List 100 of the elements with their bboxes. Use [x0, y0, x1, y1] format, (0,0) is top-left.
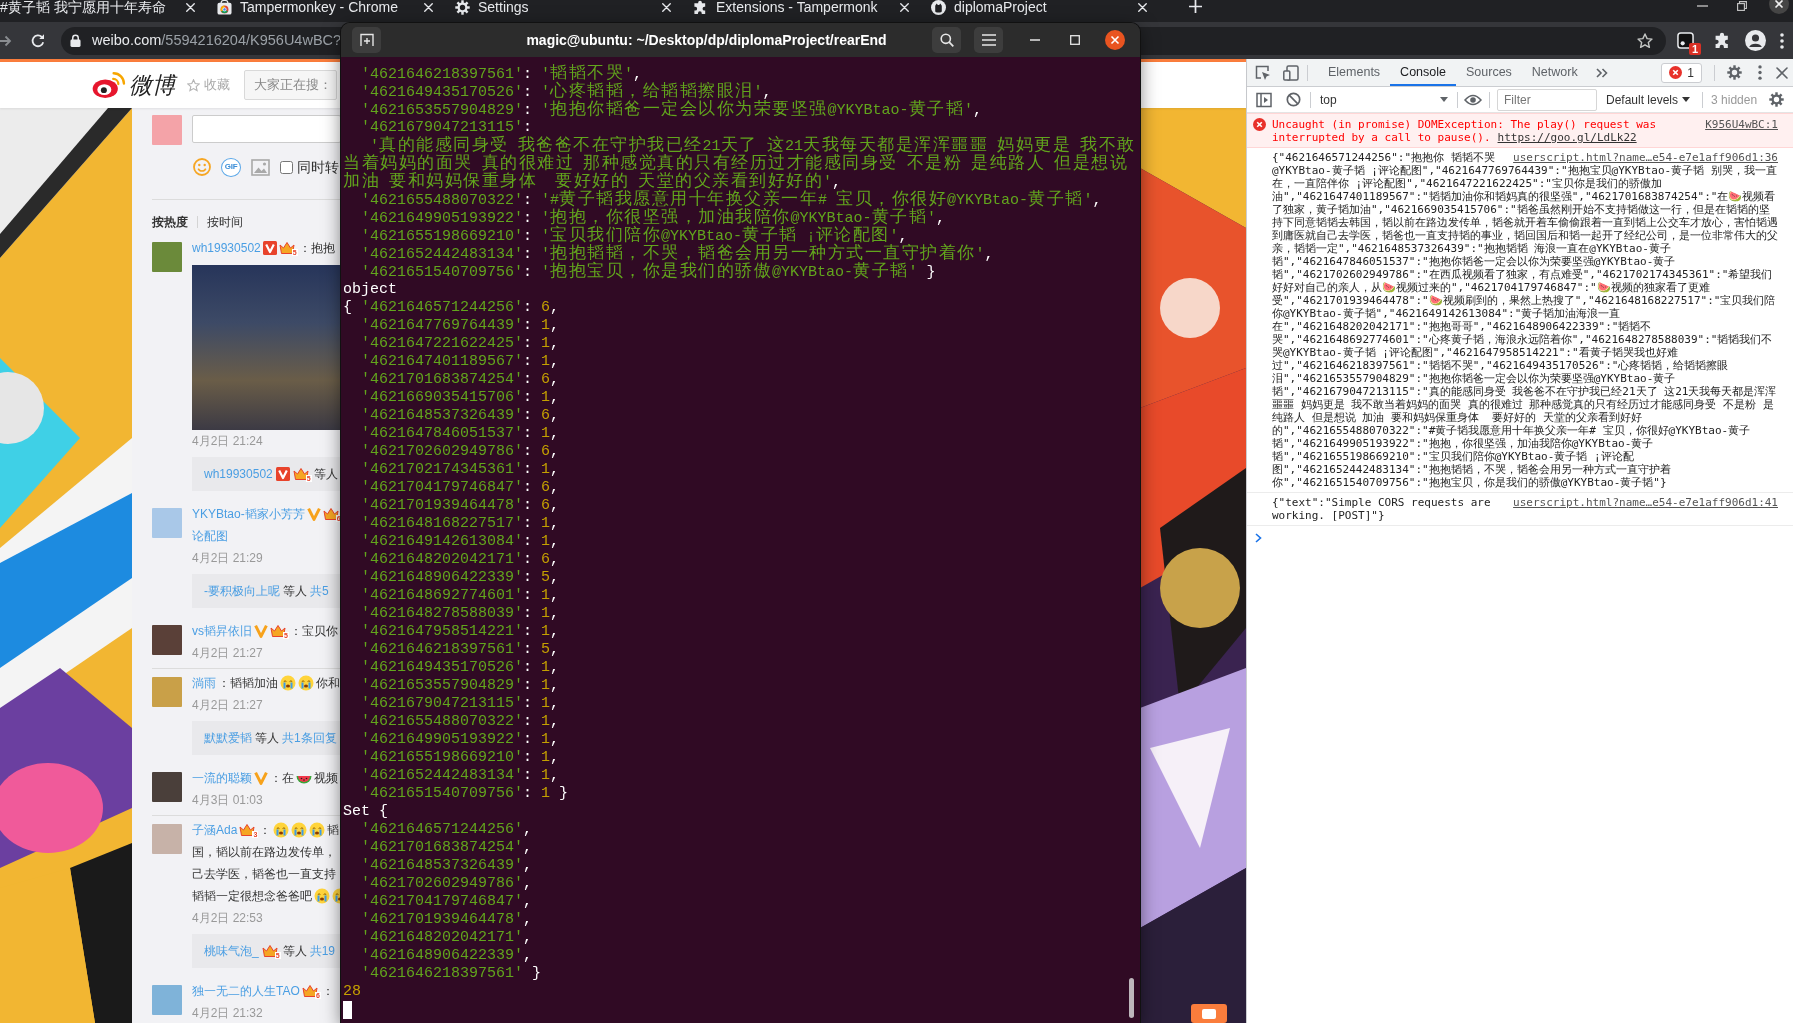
comment-time: 4月3日 01:03	[192, 792, 264, 809]
avatar-placeholder	[152, 115, 182, 145]
terminal-line: '4621648906422339',	[360, 947, 534, 965]
terminal-line: '4621649142613084': 1,	[360, 533, 561, 551]
new-tab-icon	[359, 33, 374, 47]
terminal-line: '4621653557904829': 1,	[360, 677, 561, 695]
settings-icon[interactable]	[1727, 65, 1742, 80]
terminal-line: '4621655488070322': 1,	[360, 713, 561, 731]
comment-text: ：在	[270, 770, 294, 787]
avatar-placeholder	[152, 677, 182, 707]
browser-tab[interactable]: diplomaProject	[919, 0, 1157, 14]
crying-face-icon	[291, 822, 308, 838]
panel-tab[interactable]: Elements	[1318, 59, 1391, 86]
reload-icon[interactable]	[30, 32, 46, 49]
source-link[interactable]: userscript.html?name…e54-e7e1aff906d1:36	[1513, 151, 1778, 164]
extension-icon[interactable]	[1677, 32, 1694, 49]
console-log-text: {"text":"Simple CORS requests are userscript.html?name…e54-e7e1aff906d1:41 working. [POST]"}	[1272, 496, 1778, 522]
help-link[interactable]: https://goo.gl/LdLk22	[1497, 131, 1637, 144]
notification-badge: 1	[1688, 43, 1701, 55]
gif-button[interactable]: GIF	[221, 157, 241, 177]
new-tab-button[interactable]	[352, 27, 381, 53]
crown-icon	[261, 944, 278, 957]
terminal-line: '4621701939464478': 6,	[360, 497, 561, 515]
comment-text: 己去学医，韬爸也一直支持	[192, 866, 336, 883]
menu-icon	[981, 34, 996, 46]
comment-time: 4月2日 21:29	[192, 550, 264, 567]
comment-input[interactable]	[192, 115, 341, 143]
terminal-line: '4621679047213115': 1,	[360, 695, 561, 713]
panel-tab[interactable]: Network	[1521, 59, 1588, 86]
scrollbar-thumb	[1129, 978, 1134, 1018]
terminal-line: '4621679047213115':	[360, 119, 534, 136]
puzzle-icon[interactable]	[1714, 32, 1731, 49]
restore-icon[interactable]	[1737, 1, 1747, 11]
panel-tab[interactable]: Sources	[1456, 59, 1522, 86]
avatar-placeholder	[152, 772, 182, 802]
crying-face-icon	[314, 888, 330, 904]
prompt-icon[interactable]	[1255, 533, 1262, 543]
star-icon[interactable]	[1637, 32, 1653, 49]
menu-button[interactable]	[974, 27, 1003, 53]
comment-text: 等人	[313, 466, 338, 483]
settings-icon	[455, 0, 470, 15]
terminal-line: '4621669035415706': 1,	[360, 389, 561, 407]
context-select[interactable]: top	[1313, 90, 1453, 109]
search-field[interactable]: 大家正在搜：	[244, 70, 337, 100]
lock-icon[interactable]	[70, 34, 81, 47]
terminal-line: '4621647401189567': 1,	[360, 353, 561, 371]
maximize-icon[interactable]	[1070, 35, 1080, 45]
inspect-icon[interactable]	[1255, 64, 1271, 81]
chat-icon[interactable]	[1191, 1004, 1227, 1023]
browser-tab[interactable]: Settings	[443, 0, 681, 14]
avatar-placeholder	[152, 985, 182, 1015]
sort-tab[interactable]: 按热度	[152, 213, 188, 231]
sort-tab[interactable]: 按时间	[207, 213, 243, 231]
comment-text: ：	[259, 822, 272, 839]
profile-icon[interactable]	[1745, 30, 1766, 51]
terminal-line: '4621704179746847',	[360, 893, 534, 911]
terminal-line: 加油 要和妈妈保重身体 要好好的 天堂的父亲看到好好的',	[343, 173, 842, 191]
menu-icon[interactable]	[1758, 65, 1762, 80]
close-icon[interactable]	[1769, 0, 1789, 14]
device-icon[interactable]	[1283, 64, 1299, 81]
clear-icon[interactable]	[1286, 92, 1301, 107]
terminal-line: '4621646571244256',	[360, 821, 534, 839]
terminal-line: '4621647769764439': 1,	[360, 317, 561, 335]
forward-checkbox[interactable]	[280, 160, 293, 174]
star-icon	[187, 78, 200, 92]
search-icon	[939, 33, 954, 47]
browser-tab[interactable]: Extensions - Tampermonk	[681, 0, 919, 14]
terminal-line: '4621648537326439': 6,	[360, 407, 561, 425]
terminal-line: '4621701683874254',	[360, 839, 534, 857]
comment-text: 你和	[316, 675, 340, 692]
avatar-placeholder	[152, 508, 182, 538]
menu-icon[interactable]	[1780, 32, 1784, 49]
terminal-line: '4621646218397561' }	[360, 965, 543, 983]
crown-icon	[292, 467, 309, 480]
source-link[interactable]: userscript.html?name…e54-e7e1aff906d1:41	[1513, 496, 1778, 509]
source-link[interactable]: K956U4wBC:1	[1705, 118, 1778, 131]
terminal-line: '4621655198669210': 1,	[360, 749, 561, 767]
filter-input[interactable]: Filter	[1497, 88, 1597, 111]
comment-text: 韬韬一定很想念爸爸吧	[192, 888, 312, 905]
settings-icon[interactable]	[1769, 92, 1785, 107]
terminal-line: '4621655488070322': '#黄子韬我愿意用十年换父亲一年# 宝贝，你很好@YKYBtao-黄子韬',	[360, 191, 1103, 209]
sidebar-toggle-icon[interactable]	[1256, 91, 1272, 108]
browser-tab[interactable]: Tampermonkey - Chrome	[205, 0, 443, 14]
plus-icon[interactable]	[1189, 0, 1202, 13]
levels-dropdown[interactable]: Default levels	[1600, 90, 1697, 109]
close-icon[interactable]	[1105, 30, 1125, 50]
eye-icon[interactable]	[1464, 93, 1482, 106]
error-count-button[interactable]: 1	[1661, 62, 1702, 83]
eye-logo-icon	[92, 71, 126, 99]
caret-icon	[1682, 97, 1691, 102]
hidden-count: 3 hidden	[1711, 91, 1758, 109]
terminal-line: '4621647221622425': 1,	[360, 335, 561, 353]
comment-text: ：宝贝你	[290, 623, 338, 640]
comment-time: 4月2日 21:27	[192, 697, 264, 714]
search-button[interactable]	[932, 27, 961, 53]
more-tabs-icon[interactable]	[1595, 67, 1608, 78]
terminal-line: '4621648692774601': 1,	[360, 587, 561, 605]
browser-tab[interactable]: #黄子韬 我宁愿用十年寿命	[0, 0, 205, 14]
terminal-line: '4621653557904829': '抱抱你韬爸一定会以你为荣要坚强@YKYBtao-黄子韬',	[360, 101, 984, 119]
crying-face-icon	[273, 822, 290, 838]
